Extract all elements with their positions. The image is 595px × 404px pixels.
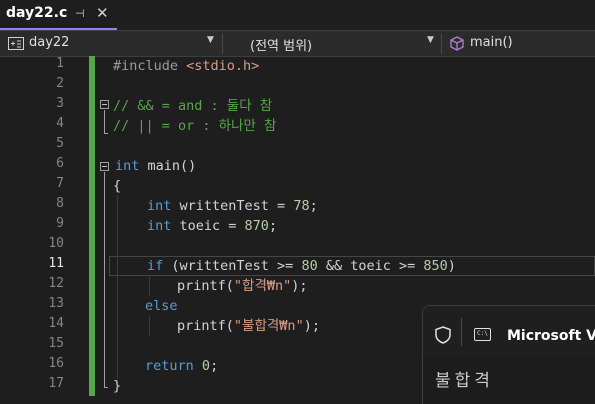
project-icon [8, 37, 24, 50]
line-number: 5 [56, 136, 64, 151]
code-line[interactable]: // && = and : 둘다 참 [113, 96, 272, 116]
number-literal: 850 [423, 258, 448, 274]
console-output: 불합격 [435, 371, 494, 391]
fold-guide [104, 172, 105, 387]
fold-guide [104, 110, 105, 133]
keyword: int [147, 218, 172, 234]
project-label: day22 [29, 35, 70, 50]
code-token: ; [210, 358, 219, 374]
tab-day22[interactable]: day22.c ⊣ ✕ [0, 0, 117, 30]
close-icon[interactable]: ✕ [96, 4, 109, 22]
code-token: (writtenTest >= [163, 258, 302, 274]
divider [461, 318, 462, 346]
code-line[interactable]: #include <stdio.h> [113, 56, 259, 76]
line-number: 8 [56, 196, 64, 211]
code-line[interactable]: { [113, 176, 121, 196]
line-number: 4 [56, 116, 64, 131]
console-preview-popup[interactable]: C:\ Microsoft Vis 불합격 [422, 305, 595, 404]
code-line[interactable]: printf("불합격₩n"); [177, 316, 320, 336]
navigation-bar: day22 ▼ (전역 범위) ▼ main() [0, 30, 595, 57]
code-line[interactable]: int writtenTest = 78; [147, 196, 318, 216]
fold-guide [104, 387, 108, 388]
code-line[interactable]: else [145, 296, 178, 316]
scope-dropdown[interactable]: (전역 범위) ▼ [223, 31, 441, 56]
terminal-icon: C:\ [474, 328, 491, 341]
collapse-icon[interactable] [100, 162, 109, 171]
code-token: writtenTest = [171, 198, 294, 214]
indent-guide [117, 196, 118, 379]
code-token: ( [225, 278, 234, 294]
indent-guide [149, 316, 150, 336]
number-literal: 870 [244, 218, 269, 234]
number-literal: 78 [293, 198, 310, 214]
member-label: main() [470, 35, 513, 50]
code-token: ) [447, 258, 456, 274]
code-token: ; [268, 218, 278, 234]
line-number: 10 [48, 236, 64, 251]
code-line[interactable]: return 0; [145, 356, 218, 376]
collapse-icon[interactable] [100, 100, 109, 109]
line-number: 16 [48, 356, 64, 371]
function-signature: main() [139, 158, 197, 174]
line-number: 17 [48, 376, 64, 391]
line-number: 14 [48, 316, 64, 331]
number-literal: 80 [301, 258, 318, 274]
fold-guide [104, 133, 108, 134]
keyword: int [147, 198, 172, 214]
code-line[interactable]: int toeic = 870; [147, 216, 277, 236]
line-number: 9 [56, 216, 64, 231]
code-token: ); [291, 278, 308, 294]
code-token: ); [303, 318, 320, 334]
code-token: ( [225, 318, 234, 334]
brace: } [113, 378, 122, 394]
change-tracking-bar [89, 56, 95, 396]
code-line[interactable]: printf("합격₩n"); [177, 276, 308, 296]
string-literal: "합격₩n" [233, 278, 292, 294]
pin-icon[interactable]: ⊣ [75, 7, 85, 20]
keyword: int [115, 158, 140, 174]
line-number: 2 [56, 76, 64, 91]
popup-title: Microsoft Vis [507, 328, 595, 344]
shield-icon [435, 326, 451, 344]
preprocessor-token: #include [113, 58, 187, 74]
include-path: <stdio.h> [186, 58, 260, 74]
comment: // && = and : 둘다 참 [113, 98, 273, 114]
line-number: 15 [48, 336, 64, 351]
string-literal: "불합격₩n" [233, 318, 304, 334]
comment: // || = or : 하나만 참 [113, 118, 277, 134]
function-call: printf [177, 278, 226, 294]
function-call: printf [177, 318, 226, 334]
line-number: 6 [56, 156, 64, 171]
line-number: 3 [56, 96, 64, 111]
keyword: if [147, 258, 164, 274]
line-number-active: 11 [48, 256, 64, 271]
cube-icon [450, 36, 464, 51]
line-number: 12 [48, 276, 64, 291]
tab-bar: day22.c ⊣ ✕ [0, 0, 595, 30]
popup-header: C:\ Microsoft Vis [423, 306, 595, 358]
project-dropdown[interactable]: day22 ▼ [0, 31, 222, 56]
chevron-down-icon: ▼ [207, 35, 214, 45]
code-line-active[interactable]: if (writtenTest >= 80 && toeic >= 850) [147, 256, 456, 276]
line-number-gutter: 1 2 3 4 5 6 7 8 9 10 11 12 13 14 15 16 1… [0, 56, 91, 403]
line-number: 7 [56, 176, 64, 191]
code-line[interactable]: // || = or : 하나만 참 [113, 116, 276, 136]
code-token: toeic = [171, 218, 245, 234]
line-number: 13 [48, 296, 64, 311]
keyword: return [145, 358, 194, 374]
scope-label: (전역 범위) [250, 39, 313, 54]
code-token: ; [309, 198, 318, 214]
line-number: 1 [56, 56, 64, 71]
chevron-down-icon: ▼ [427, 35, 434, 45]
tab-title: day22.c [6, 5, 68, 21]
brace: { [113, 178, 122, 194]
code-line[interactable]: int main() [115, 156, 196, 176]
keyword: else [145, 298, 178, 314]
code-token: && toeic >= [317, 258, 424, 274]
code-line[interactable]: } [113, 376, 121, 396]
member-dropdown[interactable]: main() [442, 31, 595, 56]
number-literal: 0 [201, 358, 211, 374]
indent-guide [149, 276, 150, 296]
